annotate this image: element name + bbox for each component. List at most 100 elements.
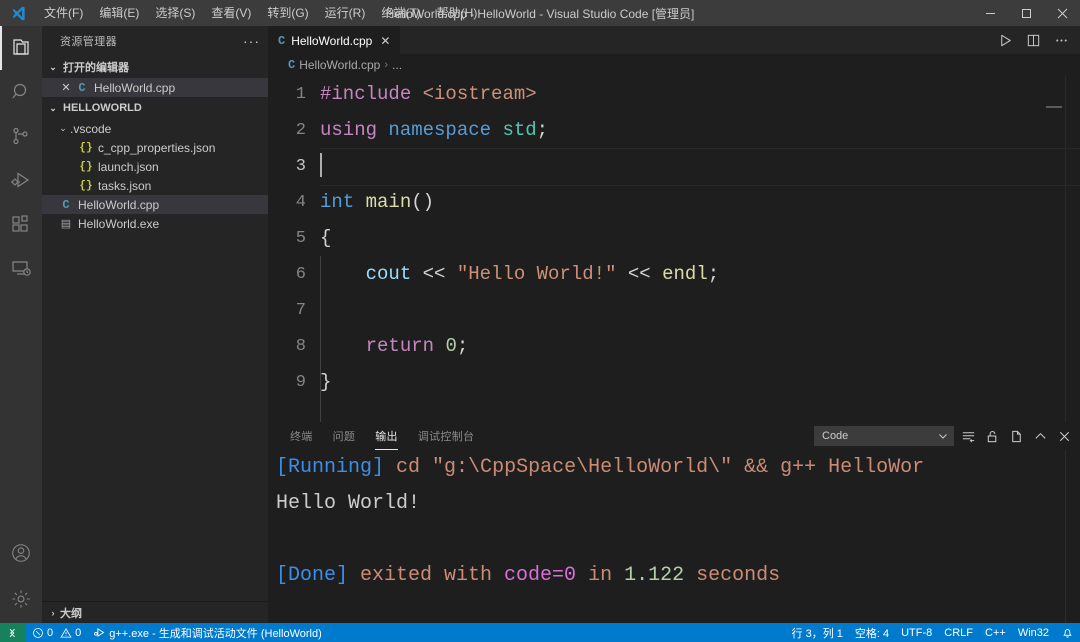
- code-line[interactable]: 2 using namespace std;: [268, 112, 1080, 148]
- sidebar-item-run-and-debug[interactable]: [0, 158, 42, 202]
- tree-item-helloworld-cpp[interactable]: C HelloWorld.cpp: [42, 195, 268, 214]
- tree-item-vscode-folder[interactable]: ⌄ .vscode: [42, 119, 268, 138]
- status-encoding[interactable]: UTF-8: [895, 623, 938, 642]
- section-open-editors[interactable]: ⌄ 打开的编辑器: [42, 56, 268, 78]
- menu-item-file[interactable]: 文件(F): [36, 0, 91, 26]
- status-language-mode[interactable]: C++: [979, 623, 1012, 642]
- unlock-icon[interactable]: [982, 426, 1002, 446]
- minimize-icon[interactable]: [972, 0, 1008, 26]
- split-editor-icon[interactable]: [1020, 29, 1046, 51]
- status-build-task[interactable]: g++.exe - 生成和调试活动文件 (HelloWorld): [87, 623, 328, 642]
- clear-output-icon[interactable]: [958, 426, 978, 446]
- code-token: <iostream>: [422, 83, 537, 105]
- menu-item-view[interactable]: 查看(V): [203, 0, 259, 26]
- menu-item-selection[interactable]: 选择(S): [147, 0, 203, 26]
- remote-host-icon[interactable]: [0, 623, 26, 642]
- menu-item-edit[interactable]: 编辑(E): [91, 0, 147, 26]
- sidebar-item-extensions[interactable]: [0, 202, 42, 246]
- close-icon[interactable]: ✕: [58, 81, 74, 94]
- tab-output[interactable]: 输出: [365, 422, 408, 450]
- status-problems[interactable]: 0 0: [26, 623, 87, 642]
- section-outline[interactable]: › 大纲: [42, 601, 268, 623]
- sidebar-item-explorer[interactable]: [0, 26, 42, 70]
- tab-debug-console[interactable]: 调试控制台: [408, 422, 485, 450]
- json-file-icon: {}: [79, 179, 93, 192]
- tree-item-launch-json[interactable]: {} launch.json: [42, 157, 268, 176]
- code-editor[interactable]: 1 #include <iostream> 2 using namespace std…: [268, 76, 1080, 422]
- status-indentation[interactable]: 空格: 4: [849, 623, 895, 642]
- sidebar-item-search[interactable]: [0, 70, 42, 114]
- new-window-icon[interactable]: [1006, 426, 1026, 446]
- chevron-up-icon[interactable]: [1030, 426, 1050, 446]
- status-cursor-position[interactable]: 行 3，列 1: [786, 623, 849, 642]
- tab-problems[interactable]: 问题: [323, 422, 366, 450]
- maximize-icon[interactable]: [1008, 0, 1044, 26]
- tab-helloworld-cpp[interactable]: C HelloWorld.cpp ✕: [268, 26, 402, 54]
- code-text[interactable]: #include <iostream>: [320, 83, 537, 105]
- bell-icon[interactable]: [1055, 623, 1080, 642]
- open-editor-item[interactable]: ✕ C HelloWorld.cpp: [42, 78, 268, 97]
- close-icon[interactable]: [1054, 426, 1074, 446]
- section-project-root[interactable]: ⌄ HELLOWORLD: [42, 97, 268, 119]
- code-text[interactable]: [320, 153, 322, 178]
- bottom-panel: 终端 问题 输出 调试控制台 Code [Running] cd "g:\Cpp…: [268, 422, 1080, 623]
- menu-bar[interactable]: 文件(F) 编辑(E) 选择(S) 查看(V) 转到(G) 运行(R) 终端(T…: [36, 0, 485, 26]
- close-icon[interactable]: ✕: [380, 34, 390, 48]
- code-text[interactable]: using namespace std;: [320, 119, 548, 141]
- code-token: ;: [456, 335, 469, 357]
- code-line[interactable]: 3: [268, 148, 1080, 186]
- code-token: ;: [536, 119, 549, 141]
- code-text[interactable]: cout << "Hello World!" << endl;: [320, 263, 720, 285]
- code-token: <<: [627, 263, 651, 285]
- output-channel-select[interactable]: Code: [814, 426, 954, 446]
- menu-item-go[interactable]: 转到(G): [259, 0, 316, 26]
- code-line[interactable]: 5{: [268, 220, 1080, 256]
- minimap[interactable]: [1065, 76, 1066, 422]
- output-scrollbar[interactable]: [1065, 450, 1066, 623]
- section-project-label: HELLOWORLD: [63, 102, 142, 114]
- gear-icon[interactable]: [0, 575, 42, 623]
- menu-item-terminal[interactable]: 终端(T): [373, 0, 428, 26]
- code-text[interactable]: int main(): [320, 191, 434, 213]
- code-text[interactable]: {: [320, 227, 331, 249]
- code-line[interactable]: 1 #include <iostream>: [268, 76, 1080, 112]
- menu-item-help[interactable]: 帮助(H): [429, 0, 486, 26]
- code-token: ;: [707, 263, 720, 285]
- minimap-slider[interactable]: [1046, 106, 1062, 108]
- code-line[interactable]: 9}: [268, 364, 1080, 400]
- code-lines[interactable]: 1 #include <iostream> 2 using namespace std…: [268, 76, 1080, 400]
- tree-item-label: launch.json: [98, 159, 159, 174]
- code-line[interactable]: 6 cout << "Hello World!" << endl;: [268, 256, 1080, 292]
- tree-item-helloworld-exe[interactable]: ▤ HelloWorld.exe: [42, 214, 268, 233]
- code-text[interactable]: return 0;: [320, 335, 469, 357]
- code-text[interactable]: }: [320, 371, 331, 393]
- play-icon[interactable]: [992, 29, 1018, 51]
- sidebar-item-remote-explorer[interactable]: [0, 246, 42, 290]
- breadcrumb[interactable]: C HelloWorld.cpp › ...: [268, 54, 1080, 76]
- menu-item-run[interactable]: 运行(R): [317, 0, 374, 26]
- code-line[interactable]: 8 return 0;: [268, 328, 1080, 364]
- sidebar-explorer: 资源管理器 ··· ⌄ 打开的编辑器 ✕ C HelloWorld.cpp ⌄ …: [42, 26, 268, 623]
- chevron-down-icon: ⌄: [49, 102, 57, 113]
- window-controls[interactable]: [972, 0, 1080, 26]
- breadcrumb-file[interactable]: HelloWorld.cpp: [299, 58, 380, 72]
- sidebar-item-source-control[interactable]: [0, 114, 42, 158]
- breadcrumb-trail[interactable]: ...: [392, 58, 402, 72]
- tree-item-c-cpp-properties[interactable]: {} c_cpp_properties.json: [42, 138, 268, 157]
- tree-item-tasks-json[interactable]: {} tasks.json: [42, 176, 268, 195]
- output-token: code=0: [504, 564, 577, 587]
- sidebar-more-actions-icon[interactable]: ···: [243, 34, 260, 48]
- status-eol[interactable]: CRLF: [938, 623, 979, 642]
- code-line[interactable]: 7: [268, 292, 1080, 328]
- account-icon[interactable]: [0, 531, 42, 575]
- output-body[interactable]: [Running] cd "g:\CppSpace\HelloWorld\" &…: [268, 450, 1080, 623]
- status-platform[interactable]: Win32: [1012, 623, 1055, 642]
- ellipsis-icon[interactable]: [1048, 29, 1074, 51]
- close-icon[interactable]: [1044, 0, 1080, 26]
- code-line[interactable]: 4 int main(): [268, 184, 1080, 220]
- tab-terminal[interactable]: 终端: [280, 422, 323, 450]
- error-icon: [32, 627, 44, 639]
- exe-file-icon: ▤: [60, 218, 72, 230]
- code-token: <<: [422, 263, 446, 285]
